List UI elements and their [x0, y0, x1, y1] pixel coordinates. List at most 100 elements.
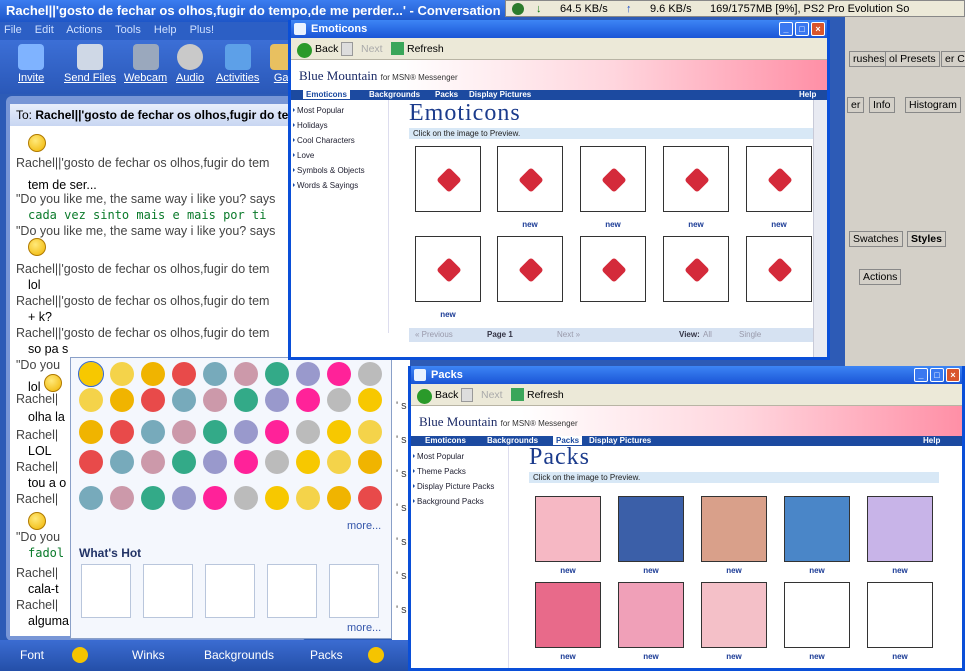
menu-help[interactable]: Help — [154, 24, 177, 36]
emoticon-option[interactable] — [172, 486, 196, 510]
pack-thumbnail[interactable] — [784, 582, 850, 648]
cat-most-popular[interactable]: Most Popular — [412, 452, 464, 461]
back-arrow-icon[interactable] — [417, 389, 432, 404]
pack-thumbnail[interactable] — [701, 496, 767, 562]
hot-pack-2[interactable] — [143, 564, 193, 618]
emoticon-option[interactable] — [296, 388, 320, 412]
emoticon-option[interactable] — [358, 362, 382, 386]
nav-emoticons[interactable]: Emoticons — [425, 436, 466, 445]
cat-cool-characters[interactable]: Cool Characters — [293, 136, 355, 145]
cat-most-popular[interactable]: Most Popular — [292, 106, 344, 115]
audio-button[interactable]: Audio — [176, 44, 204, 84]
emoticon-pack-thumbnail[interactable] — [497, 236, 563, 302]
emoticon-pack-thumbnail[interactable] — [663, 146, 729, 212]
emoticon-option[interactable] — [265, 450, 289, 474]
emoticon-option[interactable] — [110, 420, 134, 444]
emoticon-option[interactable] — [141, 420, 165, 444]
refresh-icon[interactable] — [511, 388, 524, 401]
view-all-option[interactable]: All — [703, 330, 712, 339]
back-button[interactable]: Back — [435, 389, 458, 401]
font-button[interactable]: Font — [20, 648, 44, 662]
pack-thumbnail[interactable] — [701, 582, 767, 648]
pack-thumbnail[interactable] — [618, 496, 684, 562]
emoticon-option[interactable] — [141, 486, 165, 510]
activities-button[interactable]: Activities — [216, 44, 259, 84]
nav-emoticons[interactable]: Emoticons — [303, 90, 350, 99]
minimize-button[interactable]: _ — [779, 22, 793, 36]
emoticon-option[interactable] — [265, 420, 289, 444]
pack-thumbnail[interactable] — [535, 582, 601, 648]
emoticon-option[interactable] — [79, 420, 103, 444]
emoticon-option[interactable] — [296, 362, 320, 386]
emoticon-option[interactable] — [265, 486, 289, 510]
emoticon-option[interactable] — [234, 362, 258, 386]
maximize-button[interactable]: □ — [795, 22, 809, 36]
pack-thumbnail[interactable] — [867, 496, 933, 562]
more-hot-link[interactable]: more... — [347, 622, 381, 634]
hot-pack-3[interactable] — [205, 564, 255, 618]
back-button[interactable]: Back — [315, 43, 338, 55]
pack-thumbnail[interactable] — [867, 582, 933, 648]
menu-file[interactable]: File — [4, 24, 22, 36]
emoticon-pack-thumbnail[interactable] — [497, 146, 563, 212]
emoticon-option[interactable] — [203, 486, 227, 510]
menu-edit[interactable]: Edit — [35, 24, 54, 36]
send-files-button[interactable]: Send Files — [64, 44, 116, 84]
emoticon-option[interactable] — [172, 420, 196, 444]
emoticon-option[interactable] — [203, 362, 227, 386]
cat-symbols-objects[interactable]: Symbols & Objects — [293, 166, 365, 175]
emoticon-option[interactable] — [110, 388, 134, 412]
backgrounds-button[interactable]: Backgrounds — [204, 648, 274, 662]
invite-button[interactable]: Invite — [18, 44, 44, 84]
cat-words-sayings[interactable]: Words & Sayings — [292, 181, 358, 190]
emoticon-option[interactable] — [141, 362, 165, 386]
minimize-button[interactable]: _ — [914, 368, 928, 382]
next-page-link[interactable]: Next » — [557, 330, 580, 339]
next-button[interactable]: Next — [361, 43, 383, 55]
emoticon-option[interactable] — [203, 420, 227, 444]
emoticon-option[interactable] — [358, 420, 382, 444]
emoticon-option[interactable] — [79, 450, 103, 474]
emoticon-option[interactable] — [203, 388, 227, 412]
emoticon-option[interactable] — [234, 450, 258, 474]
hot-pack-1[interactable] — [81, 564, 131, 618]
emoticon-pack-thumbnail[interactable] — [580, 236, 646, 302]
nav-help[interactable]: Help — [923, 436, 940, 445]
emoticon-option[interactable] — [358, 388, 382, 412]
next-button[interactable]: Next — [481, 389, 503, 401]
emoticon-option[interactable] — [327, 362, 351, 386]
cat-background-packs[interactable]: Background Packs — [413, 497, 484, 506]
emoticon-option[interactable] — [79, 486, 103, 510]
emoticon-option[interactable] — [234, 388, 258, 412]
emoticon-option[interactable] — [141, 388, 165, 412]
back-arrow-icon[interactable] — [297, 43, 312, 58]
emoticon-option[interactable] — [265, 388, 289, 412]
close-button[interactable]: × — [946, 368, 960, 382]
emoticon-option[interactable] — [265, 362, 289, 386]
cat-holidays[interactable]: Holidays — [293, 121, 328, 130]
emoticon-pack-thumbnail[interactable] — [663, 236, 729, 302]
menu-actions[interactable]: Actions — [66, 24, 102, 36]
nav-display-pictures[interactable]: Display Pictures — [469, 90, 531, 99]
nav-help[interactable]: Help — [799, 90, 816, 99]
refresh-button[interactable]: Refresh — [407, 43, 444, 55]
emoticon-pack-thumbnail[interactable] — [746, 236, 812, 302]
more-emoticons-link[interactable]: more... — [347, 520, 381, 532]
nav-packs[interactable]: Packs — [435, 90, 458, 99]
smiley-icon[interactable] — [368, 647, 384, 663]
cat-love[interactable]: Love — [292, 151, 314, 160]
close-button[interactable]: × — [811, 22, 825, 36]
pack-thumbnail[interactable] — [535, 496, 601, 562]
emoticon-option[interactable] — [141, 450, 165, 474]
nav-backgrounds[interactable]: Backgrounds — [369, 90, 420, 99]
webcam-button[interactable]: Webcam — [124, 44, 167, 84]
emoticon-option[interactable] — [296, 420, 320, 444]
emoticon-option[interactable] — [110, 486, 134, 510]
emoticon-option[interactable] — [296, 486, 320, 510]
emoticon-pack-thumbnail[interactable] — [415, 236, 481, 302]
emoticon-option[interactable] — [79, 388, 103, 412]
cat-display-picture-packs[interactable]: Display Picture Packs — [412, 482, 494, 491]
emoticon-option[interactable] — [234, 486, 258, 510]
emoticon-option[interactable] — [172, 388, 196, 412]
pack-thumbnail[interactable] — [618, 582, 684, 648]
